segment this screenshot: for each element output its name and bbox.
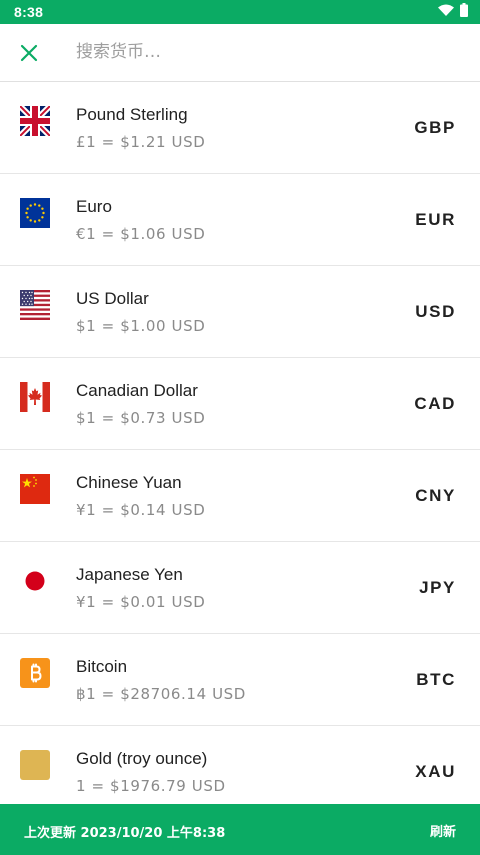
china-flag-icon <box>20 474 50 504</box>
currency-name: Gold (troy ounce) <box>76 749 208 768</box>
currency-rate: $1 = $1.00 USD <box>76 317 206 335</box>
currency-rate: ฿1 = $28706.14 USD <box>76 685 246 703</box>
currency-row-xau[interactable]: Gold (troy ounce) 1 = $1976.79 USD XAU <box>0 726 480 804</box>
currency-code: GBP <box>414 118 456 137</box>
wifi-icon <box>438 3 454 21</box>
currency-name: US Dollar <box>76 289 149 308</box>
currency-rate: ¥1 = $0.01 USD <box>76 593 206 611</box>
currency-rate: 1 = $1976.79 USD <box>76 777 226 795</box>
currency-code: USD <box>415 302 456 321</box>
currency-rate: £1 = $1.21 USD <box>76 133 206 151</box>
currency-code: CAD <box>414 394 456 413</box>
currency-row-gbp[interactable]: Pound Sterling £1 = $1.21 USD GBP <box>0 82 480 174</box>
currency-code: EUR <box>415 210 456 229</box>
currency-name: Bitcoin <box>76 657 128 676</box>
status-time: 8:38 <box>14 4 44 20</box>
refresh-button[interactable]: 刷新 <box>430 821 456 840</box>
close-icon[interactable] <box>14 38 44 68</box>
gold-icon <box>20 750 50 780</box>
footer-bar: 上次更新 2023/10/20 上午8:38 刷新 <box>0 804 480 855</box>
currency-code: XAU <box>415 762 456 781</box>
currency-name: Pound Sterling <box>76 105 188 124</box>
uk-flag-icon <box>20 106 50 136</box>
currency-rate: $1 = $0.73 USD <box>76 409 206 427</box>
currency-rate: ¥1 = $0.14 USD <box>76 501 206 519</box>
currency-name: Japanese Yen <box>76 565 183 584</box>
currency-row-btc[interactable]: Bitcoin ฿1 = $28706.14 USD BTC <box>0 634 480 726</box>
currency-code: CNY <box>415 486 456 505</box>
currency-row-jpy[interactable]: Japanese Yen ¥1 = $0.01 USD JPY <box>0 542 480 634</box>
battery-icon <box>460 2 468 22</box>
us-flag-icon <box>20 290 50 320</box>
currency-code: JPY <box>419 578 456 597</box>
currency-list: Pound Sterling £1 = $1.21 USD GBP Euro €… <box>0 82 480 804</box>
currency-name: Canadian Dollar <box>76 381 198 400</box>
canada-flag-icon <box>20 382 50 412</box>
currency-row-cny[interactable]: Chinese Yuan ¥1 = $0.14 USD CNY <box>0 450 480 542</box>
eu-flag-icon <box>20 198 50 228</box>
currency-rate: €1 = $1.06 USD <box>76 225 206 243</box>
currency-name: Chinese Yuan <box>76 473 182 492</box>
status-icons <box>438 2 468 22</box>
japan-flag-icon <box>20 566 50 596</box>
last-updated-text: 上次更新 2023/10/20 上午8:38 <box>24 826 226 841</box>
currency-row-eur[interactable]: Euro €1 = $1.06 USD EUR <box>0 174 480 266</box>
currency-row-usd[interactable]: US Dollar $1 = $1.00 USD USD <box>0 266 480 358</box>
currency-row-cad[interactable]: Canadian Dollar $1 = $0.73 USD CAD <box>0 358 480 450</box>
search-input[interactable] <box>76 38 436 66</box>
bitcoin-icon <box>20 658 50 688</box>
search-bar <box>0 24 480 82</box>
currency-code: BTC <box>416 670 456 689</box>
status-bar: 8:38 <box>0 0 480 24</box>
currency-name: Euro <box>76 197 112 216</box>
